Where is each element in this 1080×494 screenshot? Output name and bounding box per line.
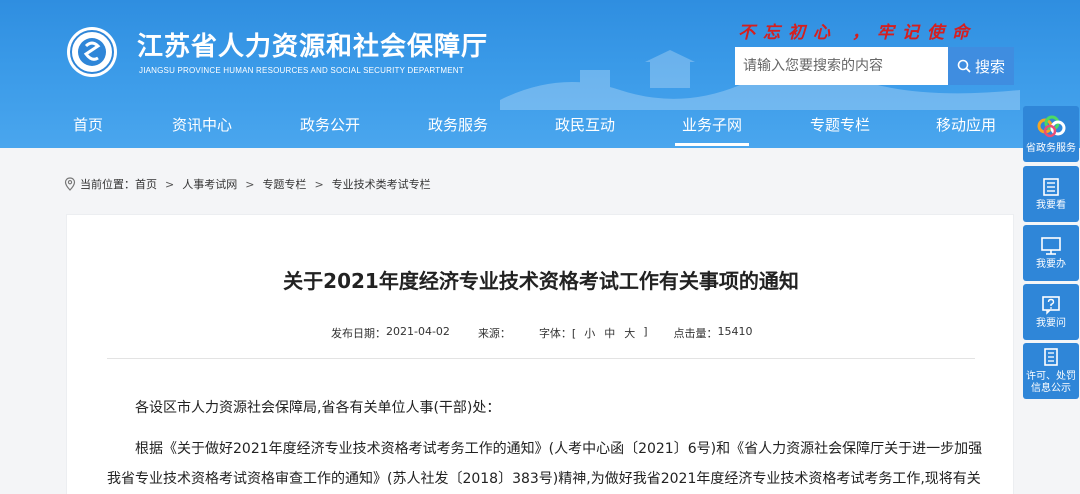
- site-subtitle: JIANGSU PROVINCE HUMAN RESOURCES AND SOC…: [139, 66, 464, 75]
- side-button-view[interactable]: 我要看: [1023, 166, 1079, 222]
- breadcrumb-item-special-topics[interactable]: 专题专栏: [262, 176, 306, 192]
- document-list-icon: [1044, 347, 1058, 366]
- site-title: 江苏省人力资源和社会保障厅: [137, 32, 489, 62]
- nav-item-mobile-apps[interactable]: 移动应用: [931, 106, 1001, 146]
- breadcrumb-separator: >: [314, 177, 324, 191]
- article-title: 关于2021年度经济专业技术资格考试工作有关事项的通知: [283, 269, 799, 293]
- nav-item-public-interaction[interactable]: 政民互动: [550, 106, 620, 146]
- article-body-line-2: 我省专业技术资格考试资格审查工作的通知》(苏人社发〔2018〕383号)精神,为…: [107, 471, 981, 487]
- publish-date-label: 发布日期：: [331, 327, 386, 340]
- breadcrumb-item-personnel-exam[interactable]: 人事考试网: [182, 176, 237, 192]
- breadcrumb-prefix: 当前位置：: [80, 178, 135, 191]
- nav-item-special-topics[interactable]: 专题专栏: [805, 106, 875, 146]
- breadcrumb: 当前位置： 首页 > 人事考试网 > 专题专栏 > 专业技术类考试专栏: [64, 176, 431, 192]
- breadcrumb-item-professional-exams[interactable]: 专业技术类考试专栏: [332, 176, 431, 192]
- article-meta: 发布日期： 2021-04-02 来源： 字体：[ 小 中 大 ] 点击量： 1…: [331, 325, 753, 341]
- article-container: 关于2021年度经济专业技术资格考试工作有关事项的通知 发布日期： 2021-0…: [66, 214, 1014, 494]
- breadcrumb-item-home[interactable]: 首页: [135, 176, 157, 192]
- search-button-label: 搜索: [974, 57, 1005, 76]
- publish-date: 2021-04-02: [386, 325, 450, 338]
- side-button-ask[interactable]: 我要问: [1023, 284, 1079, 340]
- nav-item-business-subnet[interactable]: 业务子网: [675, 106, 749, 146]
- breadcrumb-separator: >: [165, 177, 175, 191]
- search-input[interactable]: [735, 47, 948, 85]
- main-nav: 首页 资讯中心 政务公开 政务服务 政民互动 业务子网 专题专栏 移动应用: [0, 106, 1080, 146]
- source-label: 来源：: [477, 327, 511, 340]
- location-pin-icon: [64, 177, 76, 191]
- side-button-label: 省政务服务: [1026, 142, 1076, 154]
- site-header: 江苏省人力资源和社会保障厅 JIANGSU PROVINCE HUMAN RES…: [0, 0, 1080, 148]
- monitor-icon: [1041, 236, 1061, 255]
- search-icon: [957, 59, 971, 73]
- gov-service-logo-icon: [1037, 115, 1066, 137]
- nav-item-government-affairs[interactable]: 政务公开: [295, 106, 365, 146]
- side-button-label: 我要问: [1036, 317, 1066, 329]
- views-count: 15410: [717, 325, 753, 338]
- font-size-label: 字体：[: [538, 327, 577, 340]
- font-size-large-button[interactable]: 大: [624, 325, 635, 341]
- side-button-label: 我要看: [1036, 199, 1066, 211]
- side-button-handle[interactable]: 我要办: [1023, 225, 1079, 281]
- views-label: 点击量：: [673, 327, 718, 340]
- nav-item-government-services[interactable]: 政务服务: [423, 106, 493, 146]
- side-button-label: 许可、处罚信息公示: [1026, 370, 1076, 394]
- article-body-line-1: 根据《关于做好2021年度经济专业技术资格考试考务工作的通知》(人考中心函〔20…: [135, 441, 983, 457]
- book-icon: [1043, 177, 1059, 196]
- side-button-license-penalty[interactable]: 许可、处罚信息公示: [1023, 343, 1079, 399]
- side-button-gov-service[interactable]: 省政务服务: [1023, 106, 1079, 162]
- nav-item-news-center[interactable]: 资讯中心: [167, 106, 237, 146]
- department-logo[interactable]: [66, 26, 118, 78]
- breadcrumb-separator: >: [245, 177, 255, 191]
- slogan: 不忘初心 ，牢记使命: [738, 23, 977, 43]
- article-salutation: 各设区市人力资源社会保障局,省各有关单位人事(干部)处：: [135, 400, 501, 416]
- side-button-label: 我要办: [1036, 258, 1066, 270]
- question-icon: [1042, 295, 1060, 315]
- nav-item-home[interactable]: 首页: [55, 106, 121, 146]
- font-size-small-button[interactable]: 小: [584, 325, 595, 341]
- search-button[interactable]: 搜索: [948, 47, 1014, 85]
- font-size-medium-button[interactable]: 中: [604, 325, 615, 341]
- meta-divider: [107, 358, 975, 359]
